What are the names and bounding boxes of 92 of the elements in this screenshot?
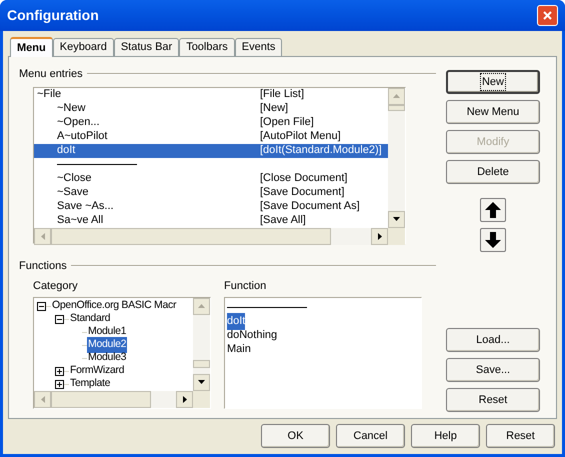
tree-item[interactable]: Template	[69, 376, 112, 390]
scroll-thumb[interactable]	[51, 228, 331, 244]
scroll-thumb[interactable]	[51, 390, 151, 408]
entry-command: [AutoPilot Menu]	[260, 129, 341, 144]
entry-name: ~Open...	[56, 115, 101, 130]
up-arrow-icon	[393, 94, 400, 98]
tree-item[interactable]: Module3	[87, 350, 128, 366]
function-list[interactable]: doIt doNothing Main	[224, 296, 422, 408]
dialog-button[interactable]: Delete	[446, 160, 540, 184]
vertical-scrollbar[interactable]	[193, 298, 210, 390]
collapse-icon[interactable]	[55, 314, 64, 324]
window-title: Configuration	[7, 6, 100, 25]
tree-item[interactable]: OpenOffice.org BASIC Macr	[51, 298, 178, 314]
dialog-button[interactable]: Cancel	[336, 424, 405, 448]
menu-entry-row[interactable]: Sa~ve All [Save All]	[34, 214, 388, 228]
entry-name: ~Save	[56, 185, 90, 200]
entry-name: A~utoPilot	[56, 129, 108, 144]
move-down-button[interactable]	[480, 228, 506, 252]
dialog-button[interactable]: New	[446, 70, 540, 94]
tab[interactable]: Keyboard	[52, 38, 114, 56]
close-icon	[543, 11, 552, 20]
menu-entry-row[interactable]: Save ~As... [Save Document As]	[34, 200, 388, 214]
entry-name: ~New	[56, 101, 86, 116]
dialog-button[interactable]: Reset	[486, 424, 555, 448]
function-item[interactable]: doNothing	[227, 327, 278, 344]
left-arrow-icon	[40, 396, 44, 402]
dialog-button[interactable]: Save...	[446, 358, 540, 382]
dialog-button[interactable]: Load...	[446, 328, 540, 352]
scrollbar-corner	[193, 390, 210, 408]
entry-command: [Save Document As]	[260, 199, 360, 214]
menu-entry-row[interactable]: ~File [File List]	[34, 88, 388, 102]
expand-icon[interactable]	[55, 380, 64, 388]
vertical-scrollbar[interactable]	[388, 88, 405, 228]
dialog-button[interactable]: Help	[411, 424, 480, 448]
entry-command: [Save All]	[260, 213, 306, 228]
scroll-down-button[interactable]	[388, 210, 405, 228]
menu-entry-row[interactable]: A~utoPilot [AutoPilot Menu]	[34, 130, 388, 144]
dialog-button[interactable]: New Menu	[446, 100, 540, 124]
entry-command: [doIt(Standard.Module2)]	[260, 143, 382, 158]
scroll-right-button[interactable]	[371, 228, 388, 244]
horizontal-scrollbar[interactable]	[34, 228, 388, 244]
tree-item[interactable]: Module1	[87, 324, 128, 340]
down-arrow-icon	[198, 380, 205, 384]
entry-command: [File List]	[260, 88, 304, 102]
right-arrow-icon	[378, 232, 382, 240]
entry-command: [Save Document]	[260, 185, 344, 200]
entry-name: ~Close	[56, 171, 93, 186]
scroll-left-button[interactable]	[34, 228, 51, 244]
tab[interactable]: Events	[234, 38, 282, 56]
menu-entry-row[interactable]: ~Close [Close Document]	[34, 172, 388, 186]
tree-item[interactable]: Standard	[69, 311, 112, 327]
right-arrow-icon	[182, 396, 186, 402]
scroll-down-button[interactable]	[193, 374, 210, 390]
left-arrow-icon	[40, 232, 44, 240]
dialog-button[interactable]: Reset	[446, 388, 540, 412]
menu-entry-row[interactable]: ~New [New]	[34, 102, 388, 116]
down-arrow-icon	[485, 232, 501, 248]
tab[interactable]: Menu	[10, 37, 53, 57]
collapse-icon[interactable]	[37, 302, 46, 310]
tab[interactable]: Status Bar	[114, 38, 180, 56]
scroll-right-button[interactable]	[176, 390, 193, 408]
entry-name: ~File	[36, 88, 62, 102]
tree-item[interactable]: Module2	[87, 337, 128, 353]
close-button[interactable]	[537, 5, 558, 26]
menu-entry-row[interactable]: doIt [doIt(Standard.Module2)]	[34, 144, 388, 158]
function-item[interactable]: doIt	[227, 313, 246, 330]
function-item[interactable]: Main	[227, 341, 251, 358]
tab[interactable]: Toolbars	[179, 38, 235, 56]
category-label: Category	[33, 279, 79, 294]
tree-item[interactable]: FormWizard	[69, 363, 126, 379]
up-arrow-icon	[198, 304, 205, 308]
horizontal-scrollbar[interactable]	[34, 390, 193, 408]
entry-name: Save ~As...	[56, 199, 115, 214]
entry-command: [New]	[260, 101, 288, 116]
scroll-thumb[interactable]	[193, 360, 210, 368]
expand-icon[interactable]	[55, 366, 64, 376]
down-arrow-icon	[393, 217, 400, 221]
menu-entry-row[interactable]: ~Open... [Open File]	[34, 116, 388, 130]
menu-entries-list[interactable]	[33, 86, 406, 244]
dialog-button[interactable]: OK	[261, 424, 330, 448]
entry-command: [Open File]	[260, 115, 314, 130]
group-label: Functions	[19, 258, 67, 274]
entry-name: doIt	[56, 143, 76, 158]
group-label: Menu entries	[19, 67, 83, 82]
menu-entry-row[interactable]: ~Save [Save Document]	[34, 186, 388, 200]
category-tree[interactable]: OpenOffice.org BASIC Macr Standard Module1 Module2 Module3 FormWizard Template	[33, 296, 211, 408]
entry-command: [Close Document]	[260, 171, 348, 186]
scrollbar-corner	[388, 228, 405, 244]
up-arrow-icon	[485, 202, 501, 218]
move-up-button[interactable]	[480, 198, 506, 222]
entry-name: Sa~ve All	[56, 213, 104, 228]
function-label: Function	[224, 279, 268, 294]
